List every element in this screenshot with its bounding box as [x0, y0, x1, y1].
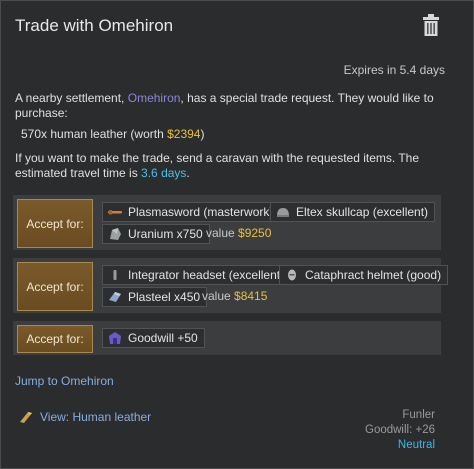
reward-item[interactable]: Eltex skullcap (excellent) [270, 202, 436, 222]
reward-option-1: Accept for: Plasmasword (masterwork) Elt… [12, 194, 442, 251]
requested-item: 570x human leather (worth $2394) [21, 127, 205, 141]
reward-option-3: Accept for: Goodwill +50 [12, 320, 442, 356]
offer-value: value $9250 [206, 226, 272, 240]
reward-item[interactable]: Plasteel x450 [102, 287, 208, 307]
reward-option-2: Accept for: Integrator headset (excellen… [12, 257, 449, 314]
accept-button[interactable]: Accept for: [17, 262, 93, 311]
leather-icon [18, 410, 34, 424]
headset-icon [107, 268, 123, 282]
trade-dialog: Trade with Omehiron Expires in 5.4 days … [0, 0, 474, 469]
faction-info: Funler Goodwill: +26 Neutral [365, 408, 435, 453]
plasteel-icon [107, 290, 123, 304]
dialog-title: Trade with Omehiron [15, 16, 174, 35]
travel-time: 3.6 days [141, 166, 187, 180]
accept-button[interactable]: Accept for: [17, 199, 93, 248]
settlement-name: Omehiron [127, 91, 181, 105]
reward-item[interactable]: Goodwill +50 [102, 328, 205, 348]
faction-name: Funler [402, 409, 435, 421]
reward-item[interactable]: Plasmasword (masterwork) [102, 202, 281, 222]
uranium-icon [107, 227, 123, 241]
offer-value: value $8415 [202, 289, 268, 303]
faction-relation: Neutral [397, 439, 435, 451]
expires-label: Expires in 5.4 days [343, 63, 445, 77]
request-description: A nearby settlement, Omehiron, has a spe… [15, 91, 434, 120]
faction-goodwill: Goodwill: +26 [365, 424, 435, 436]
goodwill-icon [107, 331, 123, 345]
plasmasword-icon [107, 205, 123, 219]
reward-item[interactable]: Uranium x750 [102, 224, 210, 244]
helmet-icon [284, 268, 300, 282]
helmet-icon [275, 205, 291, 219]
view-item-link[interactable]: View: Human leather [18, 410, 151, 424]
accept-button[interactable]: Accept for: [17, 325, 93, 353]
trade-instructions: If you want to make the trade, send a ca… [15, 151, 420, 180]
trash-icon[interactable] [422, 14, 440, 36]
jump-to-settlement-link[interactable]: Jump to Omehiron [15, 374, 114, 388]
reward-item[interactable]: Cataphract helmet (good) [279, 265, 449, 285]
reward-item[interactable]: Integrator headset (excellent) [102, 265, 292, 285]
